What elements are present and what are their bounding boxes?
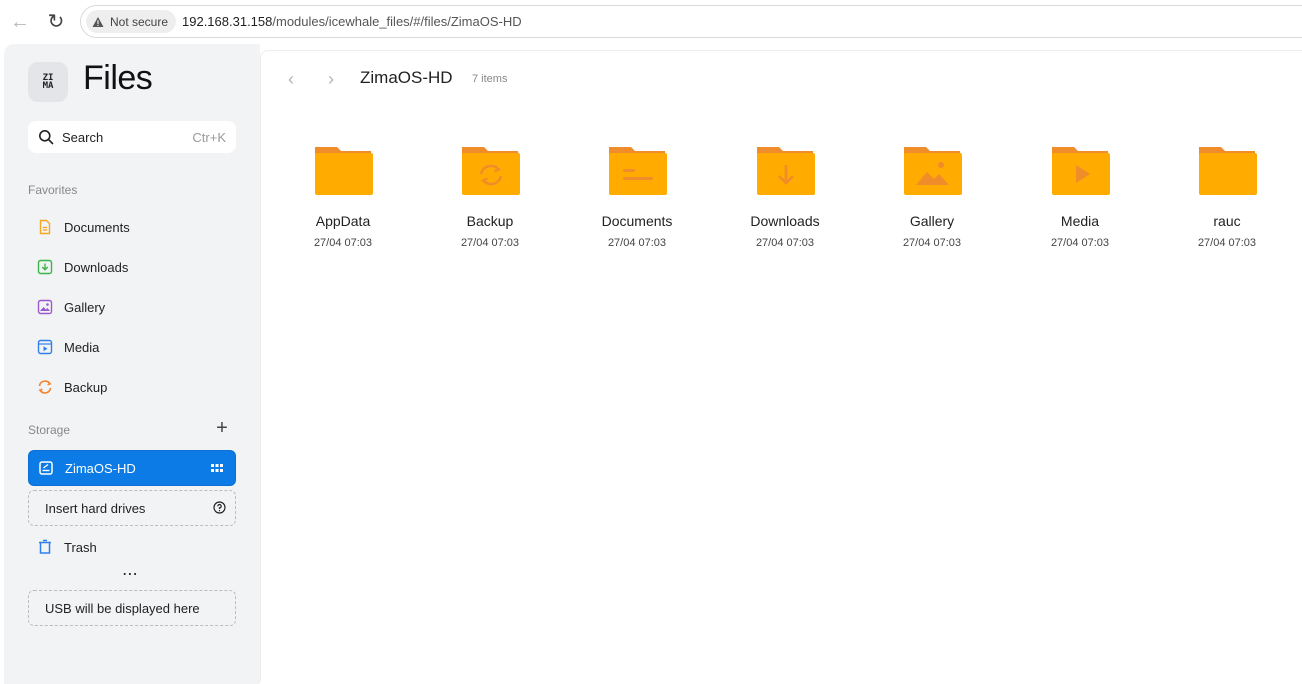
storage-item-label: ZimaOS-HD [65,460,136,476]
app-title: Files [83,59,153,97]
search-label: Search [62,130,104,145]
download-icon [37,259,53,275]
trash-icon [37,539,53,555]
add-storage-plus-icon[interactable]: + [214,418,230,438]
zima-logo: ZI MA [28,62,68,102]
sidebar-item-label: Media [64,339,100,355]
sidebar-item-label: Gallery [64,299,106,315]
folder-name: AppData [315,213,371,229]
storage-heading: Storage [28,423,71,437]
folder-date: 27/04 07:03 [313,237,373,249]
folder-gallery-icon [904,147,962,195]
sidebar-item-backup[interactable]: Backup [28,369,236,405]
chevron-left-icon[interactable]: ‹ [283,69,299,89]
sidebar-item-downloads[interactable]: Downloads [28,249,236,285]
sidebar-item-documents[interactable]: Documents [28,209,236,245]
drive-icon [38,460,54,476]
folder-item[interactable]: Downloads 27/04 07:03 [725,145,845,255]
folder-grid: AppData 27/04 07:03 Backup 27/04 07:03 D… [261,145,1302,265]
logo-text-bottom: MA [42,81,54,91]
sidebar-item-label: Trash [64,539,97,555]
sidebar: ZI MA Files Search Ctr+K Favorites Docume… [4,44,260,684]
grid-menu-icon[interactable] [211,463,223,473]
sidebar-item-label: Documents [64,219,130,235]
file-browser-main: ‹ › ZimaOS-HD 7 items AppData 27/04 07:0… [260,50,1302,681]
favorites-heading: Favorites [28,183,78,197]
folder-name: Gallery [909,213,955,229]
folder-name: rauc [1213,213,1241,229]
folder-item[interactable]: Media 27/04 07:03 [1020,145,1140,255]
sidebar-item-label: Downloads [64,259,129,275]
more-ellipsis-icon[interactable]: ⋯ [122,564,139,584]
insert-drives-label: Insert hard drives [45,500,146,516]
address-bar[interactable]: Not secure 192.168.31.158/modules/icewha… [80,5,1302,38]
folder-name: Backup [466,213,514,229]
media-icon [37,339,53,355]
document-icon [37,219,53,235]
folder-date: 27/04 07:03 [1050,237,1110,249]
warning-icon [92,16,104,27]
storage-item-zimaos-hd[interactable]: ZimaOS-HD [28,450,236,486]
folder-item[interactable]: rauc 27/04 07:03 [1167,145,1287,255]
chevron-right-icon[interactable]: › [323,69,339,89]
item-count: 7 items [472,73,508,85]
folder-download-icon [757,147,815,195]
folder-date: 27/04 07:03 [902,237,962,249]
sidebar-item-trash[interactable]: Trash [28,529,236,565]
usb-placeholder-label: USB will be displayed here [45,600,200,616]
folder-icon [315,147,373,195]
folder-name: Media [1060,213,1100,229]
folder-item[interactable]: AppData 27/04 07:03 [283,145,403,255]
sidebar-item-label: Backup [64,379,108,395]
usb-placeholder: USB will be displayed here [28,590,236,626]
folder-name: Downloads [750,213,820,229]
folder-icon [1199,147,1257,195]
folder-play-icon [1052,147,1110,195]
folder-date: 27/04 07:03 [755,237,815,249]
current-folder-title: ZimaOS-HD [360,68,453,87]
folder-item[interactable]: Gallery 27/04 07:03 [872,145,992,255]
folder-item[interactable]: Backup 27/04 07:03 [430,145,550,255]
search-icon [39,130,54,145]
backup-icon [37,379,53,395]
folder-date: 27/04 07:03 [607,237,667,249]
url-path: /modules/icewhale_files/#/files/ZimaOS-H… [272,14,522,29]
folder-date: 27/04 07:03 [1197,237,1257,249]
security-label: Not secure [110,14,169,29]
search-button[interactable]: Search Ctr+K [28,121,236,153]
search-shortcut: Ctr+K [192,130,226,145]
back-arrow-icon[interactable]: ← [8,10,32,34]
folder-sync-icon [462,147,520,195]
security-indicator[interactable]: Not secure [86,10,177,33]
url-text[interactable]: 192.168.31.158/modules/icewhale_files/#/… [182,14,522,29]
sidebar-item-media[interactable]: Media [28,329,236,365]
gallery-icon [37,299,53,315]
browser-toolbar: ← ↻ Not secure 192.168.31.158/modules/ic… [0,0,1302,44]
folder-name: Documents [601,213,673,229]
folder-item[interactable]: Documents 27/04 07:03 [577,145,697,255]
insert-hard-drives-button[interactable]: Insert hard drives [28,490,236,526]
sidebar-item-gallery[interactable]: Gallery [28,289,236,325]
reload-icon[interactable]: ↻ [44,10,68,34]
folder-document-icon [609,147,667,195]
folder-date: 27/04 07:03 [460,237,520,249]
question-circle-icon[interactable] [213,501,226,514]
url-host: 192.168.31.158 [182,14,273,29]
